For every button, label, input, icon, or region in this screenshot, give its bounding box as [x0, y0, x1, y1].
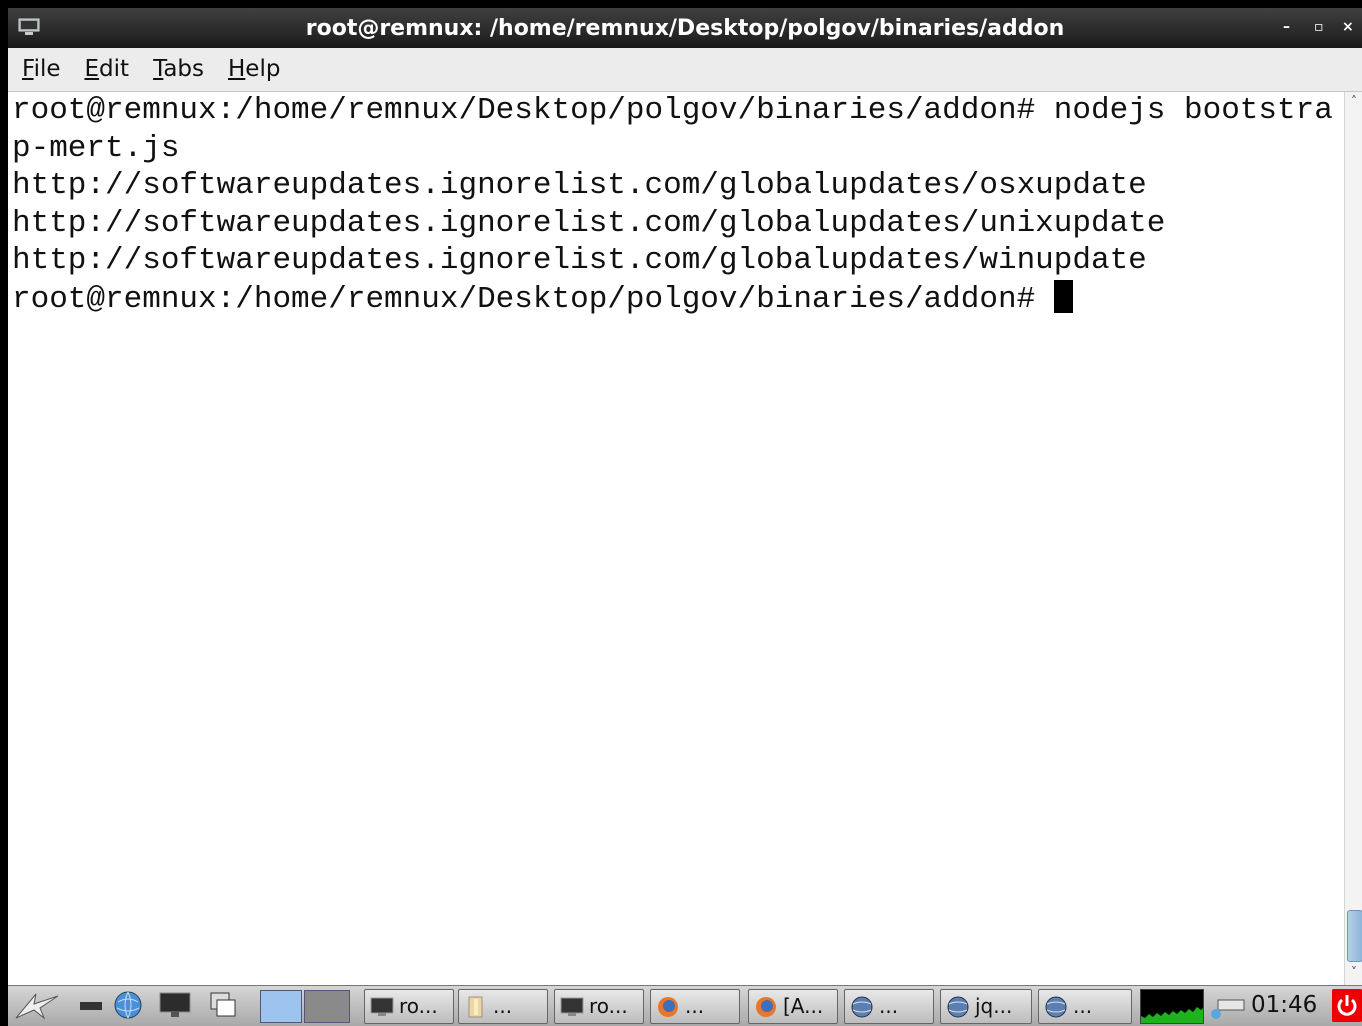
taskbar-task[interactable]: ... [650, 989, 740, 1024]
taskbar: ro... ... ro... ... [A... ... jq... ... … [8, 985, 1362, 1026]
menu-tabs[interactable]: Tabs [141, 56, 216, 82]
terminal-icon [560, 997, 584, 1016]
globe-icon [851, 996, 873, 1018]
power-icon[interactable] [1332, 989, 1362, 1022]
cpu-monitor-graph [1140, 989, 1204, 1024]
terminal-output: root@remnux:/home/remnux/Desktop/polgov/… [8, 92, 1344, 318]
taskbar-task[interactable]: ro... [364, 989, 454, 1024]
menu-bar: File Edit Tabs Help [8, 48, 1362, 92]
minimize-button[interactable]: – [1283, 19, 1290, 35]
start-menu-icon[interactable] [14, 990, 62, 1020]
menu-help[interactable]: Help [216, 56, 292, 82]
workspace-pager[interactable] [260, 990, 302, 1023]
scroll-down-icon[interactable]: ˅ [1345, 965, 1362, 981]
terminal-line: http://softwareupdates.ignorelist.com/gl… [12, 168, 1147, 203]
taskbar-task[interactable]: [A... [748, 989, 838, 1024]
menu-file[interactable]: File [8, 56, 73, 82]
scroll-up-icon[interactable]: ˄ [1345, 94, 1362, 110]
close-button[interactable]: × [1342, 19, 1354, 35]
terminal-area[interactable]: root@remnux:/home/remnux/Desktop/polgov/… [8, 92, 1344, 985]
text-cursor [1053, 279, 1073, 313]
folder-icon [468, 996, 483, 1018]
window-titlebar[interactable]: root@remnux: /home/remnux/Desktop/polgov… [8, 8, 1362, 48]
network-icon[interactable] [1208, 994, 1246, 1020]
clock[interactable]: 01:46 [1251, 992, 1317, 1018]
taskbar-task[interactable]: ... [1038, 989, 1132, 1024]
firefox-icon [658, 997, 678, 1017]
browser-launcher-icon[interactable] [113, 990, 143, 1020]
workspace-pager-2[interactable] [304, 990, 350, 1023]
terminal-prompt: root@remnux:/home/remnux/Desktop/polgov/… [12, 281, 1054, 317]
globe-icon [1045, 996, 1067, 1018]
terminal-line: root@remnux:/home/remnux/Desktop/polgov/… [12, 93, 1333, 128]
taskbar-task[interactable]: jq... [940, 989, 1032, 1024]
menu-edit[interactable]: Edit [73, 56, 142, 82]
globe-icon [947, 996, 969, 1018]
taskbar-task[interactable]: ... [458, 989, 548, 1024]
terminal-line: http://softwareupdates.ignorelist.com/gl… [12, 205, 1166, 241]
terminal-scrollbar[interactable]: ˄ ˅ [1344, 92, 1362, 985]
terminal-line: http://softwareupdates.ignorelist.com/gl… [12, 243, 1147, 278]
maximize-button[interactable]: ▫ [1314, 19, 1324, 35]
terminal-line: p-mert.js [12, 130, 180, 166]
scrollbar-thumb[interactable] [1347, 910, 1362, 962]
taskbar-task[interactable]: ro... [554, 989, 644, 1024]
window-title: root@remnux: /home/remnux/Desktop/polgov… [305, 16, 1065, 41]
firefox-icon [756, 997, 776, 1017]
windows-launcher-icon[interactable] [208, 990, 238, 1020]
desktop-launcher-icon[interactable] [158, 990, 194, 1020]
terminal-icon [370, 997, 394, 1016]
taskbar-task[interactable]: ... [844, 989, 934, 1024]
minimize-all-icon[interactable] [76, 990, 106, 1020]
